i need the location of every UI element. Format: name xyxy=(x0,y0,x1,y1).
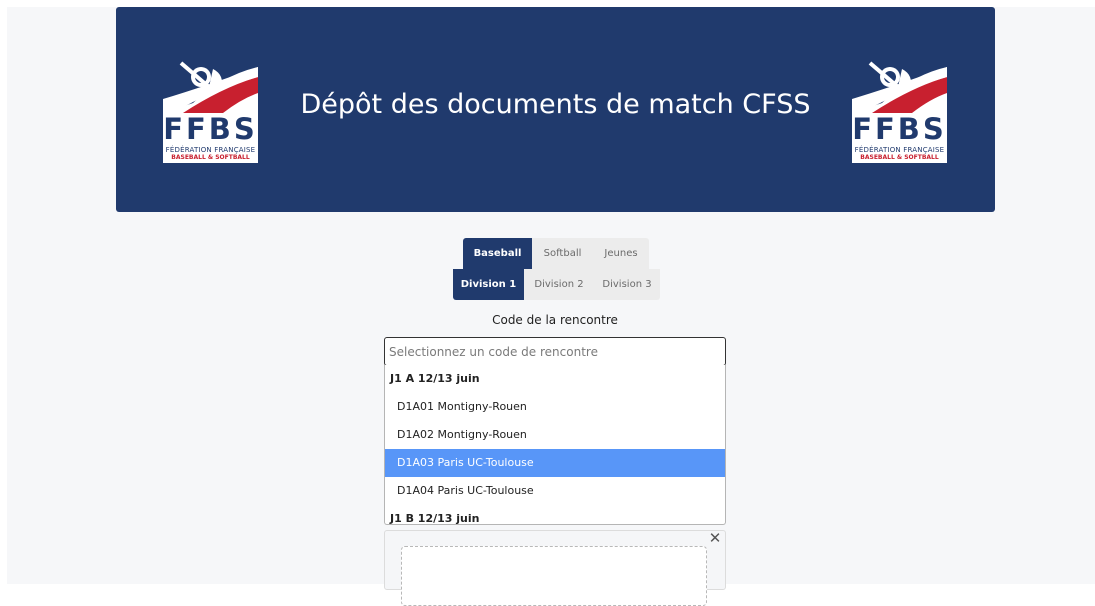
match-code-label: Code de la rencontre xyxy=(492,313,618,327)
tab-division-3[interactable]: Division 3 xyxy=(594,269,660,300)
logo-subtitle: FÉDÉRATION FRANÇAISE xyxy=(854,146,945,154)
dropdown-option-highlighted[interactable]: D1A03 Paris UC-Toulouse xyxy=(385,449,725,477)
ffbs-logo-right: FFBS FÉDÉRATION FRANÇAISE BASEBALL & SOF… xyxy=(852,57,947,163)
division-tabs: Division 1 Division 2 Division 3 xyxy=(453,269,660,300)
ffbs-logo-left: FFBS FÉDÉRATION FRANÇAISE BASEBALL & SOF… xyxy=(163,57,258,163)
baseball-player-icon xyxy=(163,57,258,113)
dropdown-option[interactable]: D1A04 Paris UC-Toulouse xyxy=(385,477,725,505)
tab-softball[interactable]: Softball xyxy=(532,238,593,269)
dropdown-group-label: J1 A 12/13 juin xyxy=(390,372,480,385)
match-code-select[interactable] xyxy=(384,337,726,366)
tab-division-1[interactable]: Division 1 xyxy=(453,269,524,300)
tab-division-2[interactable]: Division 2 xyxy=(524,269,594,300)
dropdown-option[interactable]: D1A02 Montigny-Rouen xyxy=(385,421,725,449)
match-code-dropdown: J1 A 12/13 juin D1A01 Montigny-Rouen D1A… xyxy=(384,365,726,525)
logo-subtitle: BASEBALL & SOFTBALL xyxy=(171,154,250,161)
logo-text: FFBS xyxy=(852,112,947,146)
match-code-input[interactable] xyxy=(389,338,719,365)
logo-text: FFBS xyxy=(163,112,258,146)
close-icon[interactable]: ✕ xyxy=(708,529,722,547)
tab-baseball[interactable]: Baseball xyxy=(463,238,532,269)
upload-panel: ✕ xyxy=(384,529,726,606)
dropdown-option[interactable]: D1A01 Montigny-Rouen xyxy=(385,393,725,421)
sport-tabs: Baseball Softball Jeunes xyxy=(463,238,649,269)
logo-subtitle: FÉDÉRATION FRANÇAISE xyxy=(165,146,256,154)
file-dropzone[interactable] xyxy=(401,546,707,606)
page-title: Dépôt des documents de match CFSS xyxy=(300,89,811,120)
dropdown-group-label: J1 B 12/13 juin xyxy=(390,512,480,525)
tab-jeunes[interactable]: Jeunes xyxy=(593,238,649,269)
baseball-player-icon xyxy=(852,57,947,113)
page-header: FFBS FÉDÉRATION FRANÇAISE BASEBALL & SOF… xyxy=(116,7,995,212)
logo-subtitle: BASEBALL & SOFTBALL xyxy=(860,154,939,161)
